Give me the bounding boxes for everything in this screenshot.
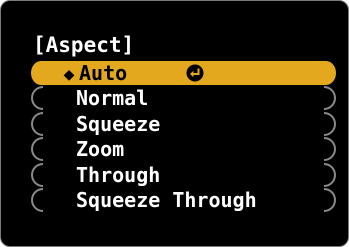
option-squeeze-through[interactable]: Squeeze Through <box>31 187 336 212</box>
option-squeeze-through-label: Squeeze Through <box>76 187 257 212</box>
option-squeeze[interactable]: Squeeze <box>31 111 336 136</box>
up-down-diamond-icon: ◆ <box>63 64 75 85</box>
option-auto[interactable]: ◆ Auto <box>31 61 336 85</box>
option-normal[interactable]: Normal <box>31 86 336 111</box>
aspect-menu-panel: [Aspect] ◆ Auto Normal Squeeze Zoom Thro… <box>0 0 349 247</box>
option-zoom[interactable]: Zoom <box>31 137 336 162</box>
option-zoom-label: Zoom <box>76 137 125 162</box>
option-squeeze-label: Squeeze <box>76 111 161 136</box>
option-auto-label: Auto <box>79 61 128 85</box>
menu-title: [Aspect] <box>33 33 135 57</box>
option-through-label: Through <box>76 162 161 187</box>
option-through[interactable]: Through <box>31 162 336 187</box>
aspect-options-list: ◆ Auto Normal Squeeze Zoom Through Squee… <box>31 61 336 213</box>
enter-icon <box>186 64 204 82</box>
option-normal-label: Normal <box>76 86 149 111</box>
